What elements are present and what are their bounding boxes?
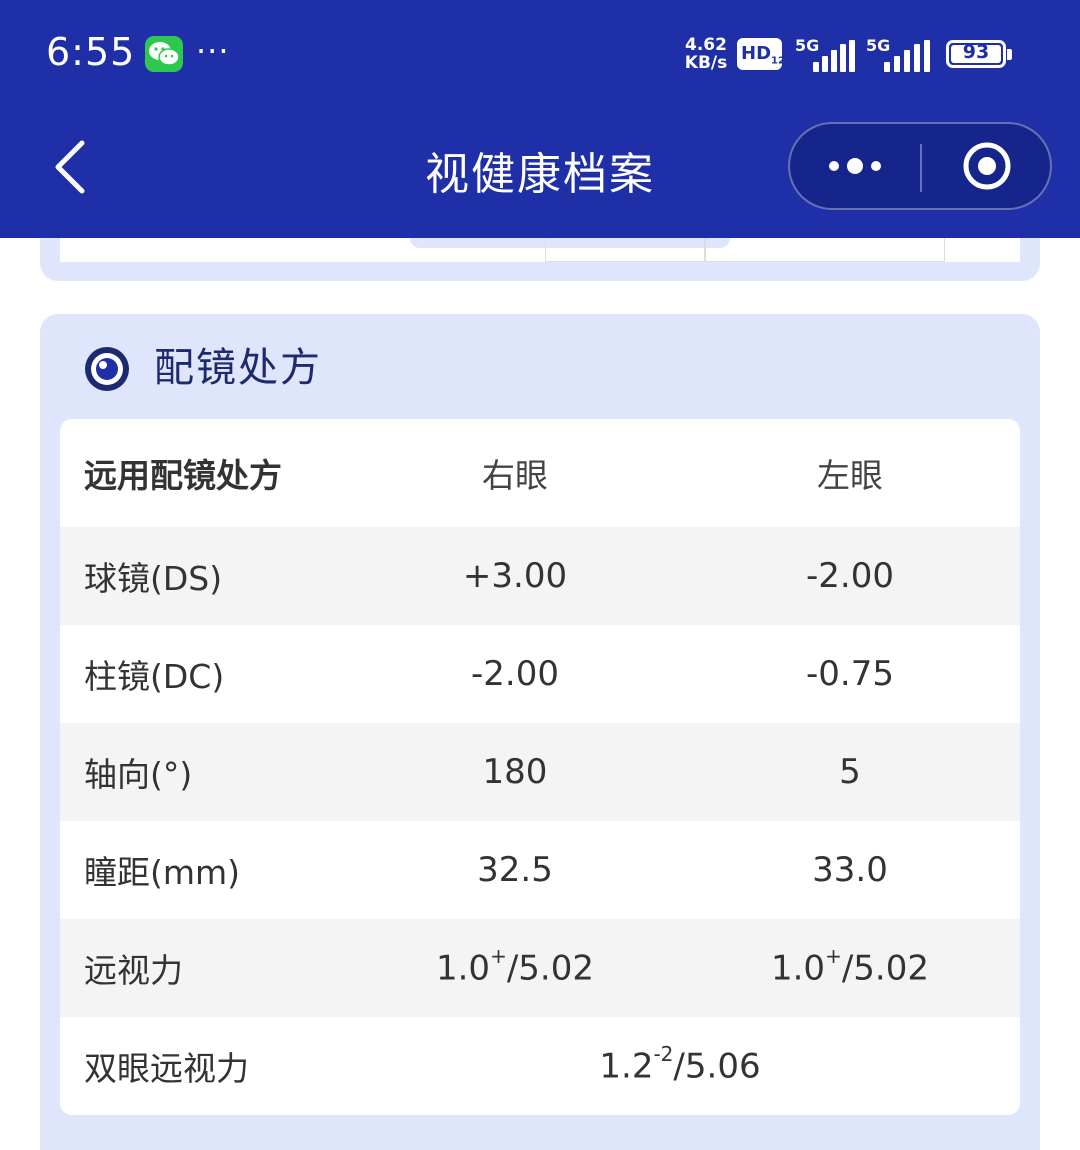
- target-circle-icon: [963, 142, 1011, 190]
- notification-more-icon: ···: [196, 32, 230, 70]
- previous-card-content: [60, 238, 1020, 262]
- row-left-value: 1.0+/5.02: [730, 944, 970, 989]
- battery-nub: [1007, 49, 1012, 60]
- table-row-binocular: 双眼远视力 1.2-2/5.06: [60, 1017, 1020, 1115]
- row-right-value: 180: [482, 752, 548, 792]
- wechat-icon: [145, 36, 183, 72]
- status-bar: 6:55 ··· 4.62 KB/s HD12 5G 5G 93: [0, 0, 1080, 110]
- table-row: 球镜(DS) +3.00 -2.00: [60, 527, 1020, 625]
- va-left-tail: /5.02: [841, 948, 929, 989]
- signal-bars-icon: [813, 40, 855, 72]
- hd-sub2: 2: [777, 55, 785, 67]
- table-row: 瞳距(mm) 32.5 33.0: [60, 821, 1020, 919]
- row-right-value: -2.00: [471, 654, 559, 694]
- bino-tail: /5.06: [673, 1046, 761, 1087]
- capsule-divider: [920, 144, 922, 192]
- row-left-value: 33.0: [812, 850, 888, 890]
- previous-card-bottom: [40, 238, 1040, 281]
- image-placeholder: [545, 238, 705, 262]
- battery-percent: 93: [962, 41, 990, 63]
- signal-bars-icon: [884, 40, 930, 72]
- header-left-eye: 左眼: [817, 456, 883, 495]
- va-left-base: 1.0: [770, 948, 826, 989]
- network-speed-unit: KB/s: [684, 53, 728, 73]
- bino-base: 1.2: [599, 1046, 654, 1087]
- hd-voice-badge: HD12: [737, 38, 785, 70]
- network-speed-value: 4.62: [685, 35, 727, 55]
- row-label: 远视力: [84, 951, 183, 990]
- header-label: 远用配镜处方: [84, 456, 282, 495]
- row-right-value: 32.5: [477, 850, 553, 890]
- va-right-base: 1.0: [435, 948, 491, 989]
- va-left-sup: +: [825, 943, 842, 968]
- row-label: 柱镜(DC): [84, 657, 225, 696]
- row-label: 球镜(DS): [84, 559, 223, 598]
- prescription-card: 配镜处方 远用配镜处方 右眼 左眼 球镜(DS) +3.00 -2.00 柱镜(…: [40, 314, 1040, 1150]
- close-miniprogram-button[interactable]: [924, 124, 1050, 208]
- network-speed: 4.62 KB/s: [680, 36, 732, 72]
- row-label: 瞳距(mm): [84, 853, 241, 892]
- navigation-bar: 视健康档案: [0, 110, 1080, 238]
- row-left-value: -0.75: [806, 654, 894, 694]
- va-right-tail: /5.02: [506, 948, 594, 989]
- row-label: 双眼远视力: [84, 1049, 249, 1088]
- hd-sub: 1: [771, 55, 778, 67]
- table-row: 轴向(°) 180 5: [60, 723, 1020, 821]
- table-row: 柱镜(DC) -2.00 -0.75: [60, 625, 1020, 723]
- miniprogram-capsule: [788, 122, 1052, 210]
- more-dots-icon: [871, 161, 881, 171]
- status-time: 6:55: [46, 30, 136, 74]
- more-dots-icon: [847, 158, 863, 174]
- more-dots-icon: [829, 161, 839, 171]
- row-right-value: 1.0+/5.02: [395, 944, 635, 989]
- battery-icon: 93: [946, 40, 1012, 68]
- row-left-value: -2.00: [806, 556, 894, 596]
- row-left-value: 5: [839, 752, 861, 792]
- table-header-row: 远用配镜处方 右眼 左眼: [60, 419, 1020, 527]
- prescription-table: 远用配镜处方 右眼 左眼 球镜(DS) +3.00 -2.00 柱镜(DC) -…: [60, 419, 1020, 1115]
- row-binocular-value: 1.2-2/5.06: [520, 1042, 840, 1087]
- eye-icon: [85, 347, 129, 391]
- row-label: 轴向(°): [84, 755, 193, 794]
- hd-label: HD: [741, 43, 772, 64]
- header-right-eye: 右眼: [482, 456, 548, 495]
- va-right-sup: +: [490, 943, 507, 968]
- image-placeholder: [705, 238, 945, 262]
- bino-sup: -2: [653, 1041, 674, 1066]
- table-row-visual-acuity: 远视力 1.0+/5.02 1.0+/5.02: [60, 919, 1020, 1017]
- prescription-section-title: 配镜处方: [154, 345, 322, 391]
- more-menu-button[interactable]: [790, 124, 920, 208]
- row-right-value: +3.00: [462, 556, 568, 596]
